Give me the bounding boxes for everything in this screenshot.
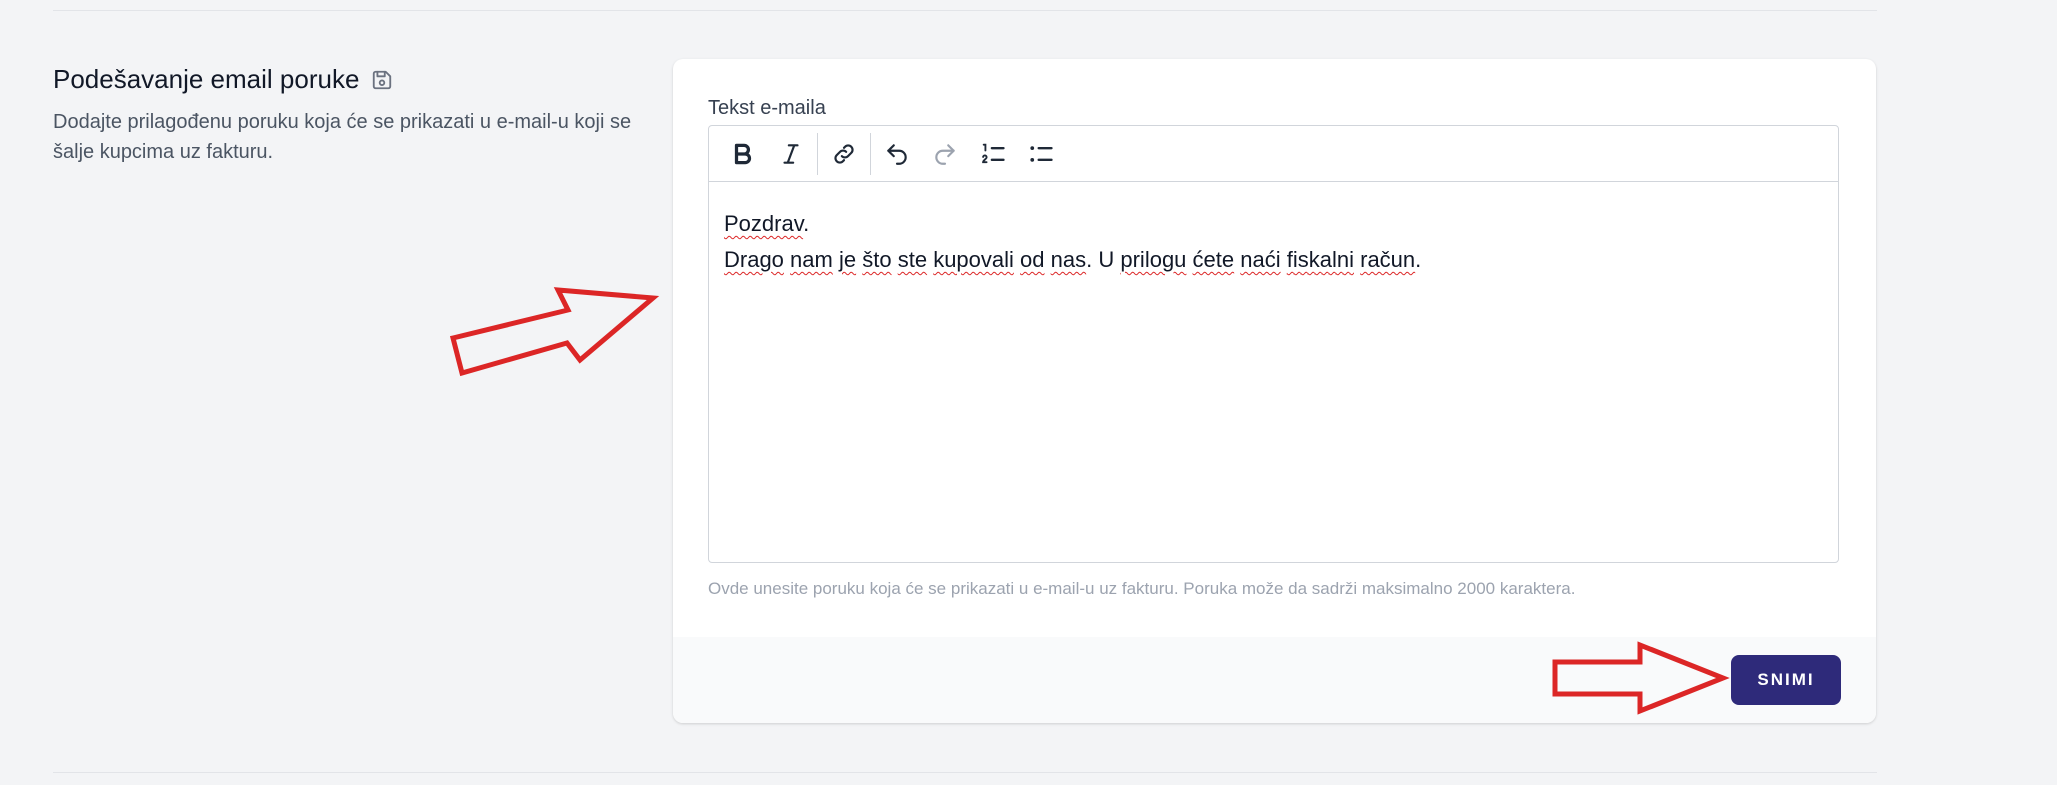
annotation-arrow-editor (449, 287, 660, 377)
bullet-list-button[interactable] (1019, 132, 1063, 176)
section-title: Podešavanje email poruke (53, 64, 360, 94)
bullet-list-icon (1030, 145, 1053, 162)
save-icon (371, 69, 393, 91)
toolbar-separator (870, 132, 871, 175)
ordered-list-icon (982, 143, 1005, 163)
editor-line-1: Pozdrav. (724, 206, 1823, 242)
editor-word: ćete (1192, 247, 1235, 272)
bold-button[interactable] (721, 132, 765, 176)
bottom-divider (53, 772, 1877, 773)
section-info: Podešavanje email poruke Dodajte prilago… (53, 64, 653, 167)
link-icon (834, 143, 854, 164)
undo-icon (887, 143, 907, 165)
editor-hint: Ovde unesite poruku koja će se prikazati… (708, 579, 1576, 598)
toolbar-separator (817, 132, 818, 175)
editor-word: . (1415, 247, 1422, 272)
editor-word: je (838, 247, 857, 272)
section-description: Dodajte prilagođenu poruku koja će se pr… (53, 111, 632, 163)
editor-word: nam (790, 247, 833, 272)
undo-button[interactable] (875, 132, 919, 176)
editor-word: nas (1050, 247, 1087, 272)
top-divider (53, 10, 1877, 11)
editor-word: Drago (724, 247, 784, 272)
editor-word: naći (1240, 247, 1281, 272)
editor-word: Pozdrav (724, 211, 804, 236)
bold-icon (734, 143, 752, 164)
email-settings-card: Tekst e-maila Pozdrav. Drago nam je što … (673, 59, 1876, 723)
editor-word: prilogu (1120, 247, 1187, 272)
card-footer: SNIMI (673, 637, 1876, 723)
editor-word: . U (1086, 247, 1115, 272)
editor-word: od (1020, 247, 1045, 272)
editor-toolbar (709, 126, 1838, 182)
editor-word: kupovali (933, 247, 1014, 272)
link-button[interactable] (822, 132, 866, 176)
email-text-label: Tekst e-maila (708, 97, 826, 119)
italic-button[interactable] (769, 132, 813, 176)
editor-line-2: Drago nam je što ste kupovali od nas. U … (724, 242, 1823, 278)
editor-content[interactable]: Pozdrav. Drago nam je što ste kupovali o… (709, 182, 1838, 302)
editor-word: . (803, 211, 810, 236)
editor-word: što (862, 247, 892, 272)
save-button[interactable]: SNIMI (1731, 655, 1841, 705)
editor-word: račun (1360, 247, 1416, 272)
editor-word: ste (897, 247, 928, 272)
redo-button[interactable] (923, 132, 967, 176)
rich-text-editor: Pozdrav. Drago nam je što ste kupovali o… (708, 125, 1839, 563)
italic-icon (783, 143, 799, 164)
editor-word: fiskalni (1286, 247, 1354, 272)
ordered-list-button[interactable] (971, 132, 1015, 176)
redo-icon (935, 143, 955, 165)
